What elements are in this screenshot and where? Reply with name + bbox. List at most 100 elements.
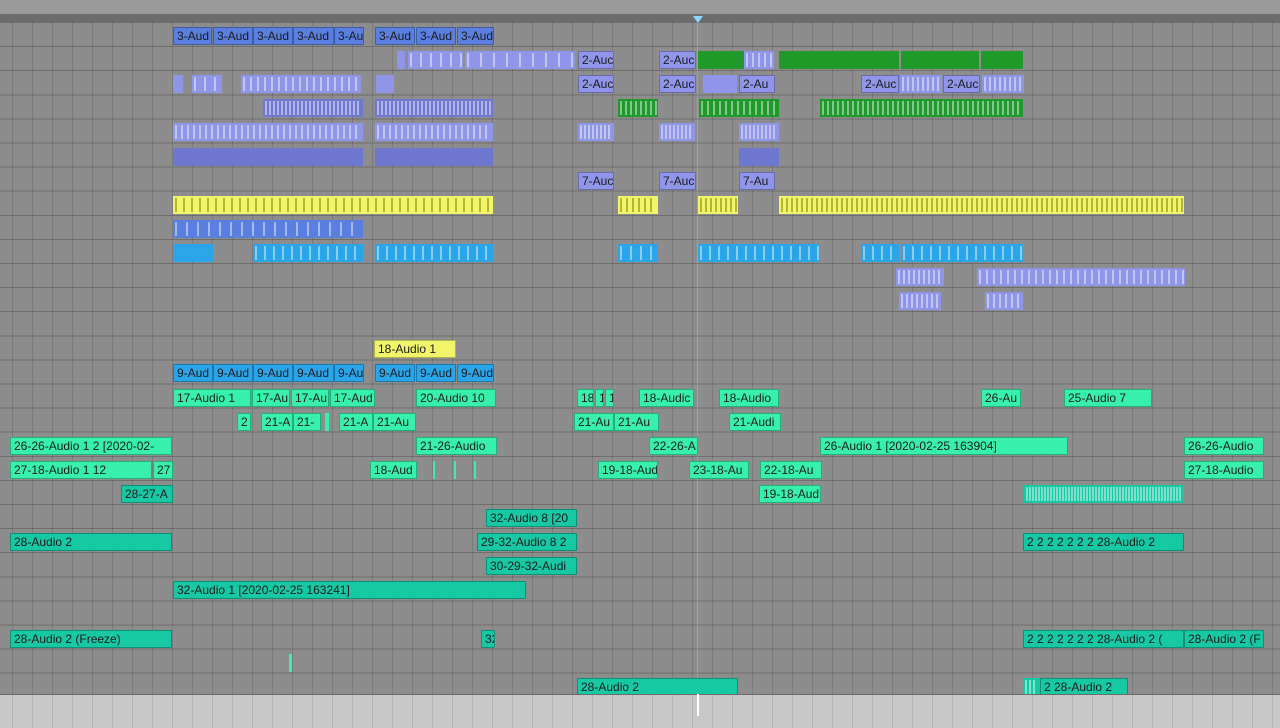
audio-clip[interactable]: 3-Au: [334, 27, 364, 45]
audio-clip-fragment[interactable]: [289, 653, 292, 672]
audio-clip-fragment[interactable]: [698, 195, 738, 214]
audio-clip[interactable]: 22-26-A: [649, 436, 698, 455]
audio-clip[interactable]: 2 2 2 2 2 2 2 28-Audio 2 (: [1023, 629, 1184, 648]
audio-clip-fragment[interactable]: [325, 412, 329, 431]
audio-clip-fragment[interactable]: [376, 75, 394, 94]
audio-clip[interactable]: 21-Audi: [729, 412, 781, 431]
audio-clip-fragment[interactable]: [375, 147, 493, 166]
audio-clip-fragment[interactable]: [901, 243, 981, 262]
audio-clip-fragment[interactable]: [618, 99, 658, 118]
audio-clip[interactable]: 17-Au: [252, 388, 290, 407]
audio-clip[interactable]: 2 2 2 2 2 2 2 28-Audio 2: [1023, 533, 1184, 552]
audio-clip-fragment[interactable]: [465, 51, 575, 70]
audio-clip[interactable]: 18-Aud: [370, 460, 417, 479]
audio-clip[interactable]: 21-Au: [574, 412, 614, 431]
audio-clip-fragment[interactable]: [703, 75, 737, 94]
audio-clip[interactable]: 2-Auc: [578, 51, 614, 70]
audio-clip[interactable]: 25-Audio 7: [1064, 388, 1152, 407]
audio-clip[interactable]: 17-Au: [291, 388, 329, 407]
audio-clip[interactable]: 26-Audio 1 [2020-02-25 163904]: [820, 436, 1068, 455]
audio-clip-fragment[interactable]: [618, 195, 658, 214]
audio-clip-fragment[interactable]: [173, 123, 363, 142]
audio-clip[interactable]: 28-Audio 2 (F: [1184, 629, 1264, 648]
audio-clip[interactable]: 19-18-Aud: [598, 460, 658, 479]
audio-clip-fragment[interactable]: [375, 243, 493, 262]
audio-clip[interactable]: 2: [237, 412, 251, 431]
audio-clip[interactable]: 18: [577, 388, 594, 407]
audio-clip-fragment[interactable]: [982, 243, 1023, 262]
audio-clip-fragment[interactable]: [899, 292, 941, 311]
arrangement-view[interactable]: 3-Aud 3-Aud 3-Aud 3-Aud 3-Au 3-Aud 3-Aud 3-Aud 2…: [0, 0, 1280, 728]
audio-clip-fragment[interactable]: [779, 195, 1184, 214]
audio-clip[interactable]: 32-Audio 1 [2020-02-25 163241]: [173, 581, 526, 600]
audio-clip-fragment[interactable]: [977, 268, 1185, 286]
audio-clip-fragment[interactable]: [173, 195, 493, 214]
audio-clip[interactable]: 30-29-32-Audi: [486, 557, 577, 576]
audio-clip[interactable]: 3-Aud: [213, 27, 253, 45]
audio-clip[interactable]: 7-Au: [739, 171, 775, 190]
audio-clip-fragment[interactable]: [982, 75, 1024, 94]
audio-clip[interactable]: 18-Audic: [639, 388, 694, 407]
audio-clip[interactable]: 7-Auc: [578, 171, 614, 190]
audio-clip[interactable]: 20-Audio 10: [416, 388, 496, 407]
audio-clip-fragment[interactable]: [375, 123, 493, 142]
audio-clip-fragment[interactable]: [173, 219, 363, 238]
audio-clip-fragment[interactable]: [985, 292, 1023, 311]
audio-clip[interactable]: 9-Aud: [293, 364, 334, 383]
audio-clip[interactable]: 28-27-A: [121, 484, 173, 503]
audio-clip[interactable]: 2-Au: [739, 75, 775, 94]
audio-clip[interactable]: 28-Audio 2: [10, 533, 172, 552]
audio-clip-fragment[interactable]: [241, 75, 361, 94]
audio-clip[interactable]: 21-Au: [373, 412, 416, 431]
audio-clip-fragment[interactable]: [698, 243, 820, 262]
audio-clip-fragment[interactable]: [779, 51, 899, 70]
audio-clip-fragment[interactable]: [698, 51, 744, 70]
audio-clip[interactable]: 2-Auc: [659, 51, 696, 70]
audio-clip[interactable]: 22-18-Au: [760, 460, 822, 479]
audio-clip[interactable]: 3-Aud: [253, 27, 293, 45]
audio-clip-fragment[interactable]: [397, 51, 405, 70]
audio-clip-fragment[interactable]: [578, 123, 614, 142]
audio-clip[interactable]: 28-Audio 2 (Freeze): [10, 629, 172, 648]
audio-clip[interactable]: 2-Auc: [943, 75, 980, 94]
audio-clip[interactable]: 2-Auc: [861, 75, 899, 94]
audio-clip[interactable]: 9-Aud: [253, 364, 293, 383]
audio-clip[interactable]: 9-Aud: [416, 364, 456, 383]
audio-clip-fragment[interactable]: [739, 123, 779, 142]
audio-clip[interactable]: 21-26-Audio: [416, 436, 497, 455]
audio-clip[interactable]: 27-18-Audio 1 12: [10, 460, 152, 479]
audio-clip-fragment[interactable]: [173, 243, 213, 262]
audio-clip-fragment[interactable]: [253, 243, 363, 262]
audio-clip-fragment[interactable]: [618, 243, 658, 262]
audio-clip-fragment[interactable]: [981, 51, 1023, 70]
audio-clip-fragment[interactable]: [820, 99, 1023, 118]
horizontal-scrollbar[interactable]: [0, 694, 1280, 728]
audio-clip-fragment[interactable]: [896, 268, 944, 286]
audio-clip-fragment[interactable]: [433, 460, 435, 479]
audio-clip[interactable]: 9-Aud: [173, 364, 213, 383]
audio-clip[interactable]: 21-A: [339, 412, 373, 431]
audio-clip[interactable]: 3-Aud: [293, 27, 334, 45]
audio-clip[interactable]: 17-Aud: [330, 388, 375, 407]
audio-clip[interactable]: 17-Audio 1: [173, 388, 251, 407]
audio-clip-fragment[interactable]: [173, 75, 183, 94]
audio-clip-fragment[interactable]: [408, 51, 463, 70]
audio-clip[interactable]: 28-Audio 2: [577, 677, 738, 696]
audio-clip-fragment[interactable]: [375, 99, 493, 118]
audio-clip[interactable]: 27-18-Audio: [1184, 460, 1264, 479]
audio-clip-fragment[interactable]: [1023, 677, 1039, 696]
audio-clip-fragment[interactable]: [454, 460, 456, 479]
audio-clip[interactable]: 18-Audio: [719, 388, 779, 407]
audio-clip[interactable]: 19-18-Aud: [759, 484, 821, 503]
audio-clip-fragment[interactable]: [173, 147, 363, 166]
audio-clip[interactable]: 18-Audio 1: [374, 340, 456, 359]
audio-clip-fragment[interactable]: [192, 75, 222, 94]
audio-clip-fragment[interactable]: [900, 75, 942, 94]
audio-clip[interactable]: 27: [153, 460, 173, 479]
audio-clip[interactable]: 9-Aud: [213, 364, 253, 383]
audio-clip[interactable]: 32: [481, 629, 495, 648]
audio-clip-fragment[interactable]: [1024, 484, 1184, 503]
audio-clip-fragment[interactable]: [263, 99, 363, 118]
audio-clip[interactable]: 26-Au: [981, 388, 1021, 407]
audio-clip[interactable]: 26-26-Audio: [1184, 436, 1264, 455]
